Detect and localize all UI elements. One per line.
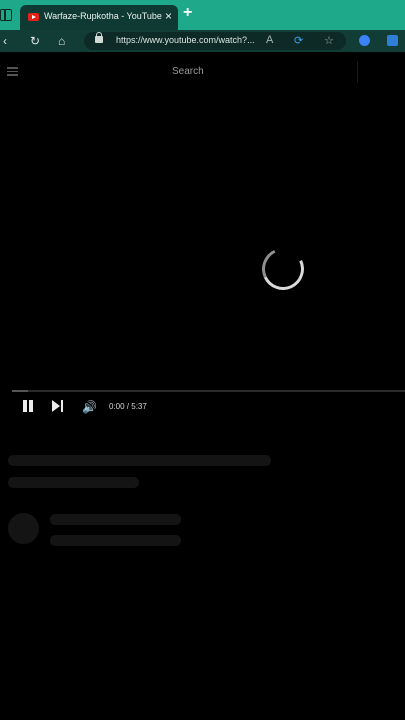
subscribers-skeleton xyxy=(50,535,181,546)
tab-title: Warfaze-Rupkotha - YouTube xyxy=(44,11,162,21)
title-skeleton xyxy=(8,455,271,466)
read-aloud-icon[interactable]: A xyxy=(266,34,273,46)
browser-nav-bar: ‹ ↻ ⌂ https://www.youtube.com/watch?... … xyxy=(0,30,405,52)
tab-actions-icon[interactable] xyxy=(0,9,12,21)
loading-spinner-icon xyxy=(256,242,310,296)
new-tab-button[interactable]: + xyxy=(183,4,192,22)
youtube-header: Search xyxy=(0,52,405,90)
translate-icon[interactable] xyxy=(387,35,398,46)
back-icon[interactable]: ‹ xyxy=(3,33,7,49)
favorites-icon[interactable]: ☆ xyxy=(324,34,334,47)
progress-fill xyxy=(12,390,28,392)
profile-icon[interactable] xyxy=(359,35,370,46)
progress-bar[interactable] xyxy=(12,390,405,392)
pause-icon[interactable] xyxy=(22,400,34,412)
youtube-icon xyxy=(28,13,39,21)
search-placeholder: Search xyxy=(172,66,204,77)
search-input[interactable]: Search xyxy=(165,61,358,83)
extension-icon[interactable]: ⟳ xyxy=(294,34,303,47)
time-display: 0:00 / 5:37 xyxy=(109,402,147,411)
browser-tab-bar: Warfaze-Rupkotha - YouTube × + xyxy=(0,0,405,30)
address-text[interactable]: https://www.youtube.com/watch?... xyxy=(116,35,255,45)
lock-icon[interactable] xyxy=(95,32,103,43)
refresh-icon[interactable]: ↻ xyxy=(30,33,40,49)
address-bar[interactable]: https://www.youtube.com/watch?... A ⟳ ☆ xyxy=(84,32,346,50)
next-icon[interactable] xyxy=(52,400,64,412)
subtitle-skeleton xyxy=(8,477,139,488)
video-player[interactable]: 🔊 0:00 / 5:37 xyxy=(0,90,405,425)
menu-icon[interactable] xyxy=(7,67,18,76)
channel-skeleton xyxy=(50,514,181,525)
avatar-skeleton xyxy=(8,513,39,544)
close-tab-icon[interactable]: × xyxy=(165,9,172,23)
tab-youtube[interactable]: Warfaze-Rupkotha - YouTube × xyxy=(20,5,178,30)
volume-icon[interactable]: 🔊 xyxy=(82,401,97,413)
home-icon[interactable]: ⌂ xyxy=(58,33,65,49)
